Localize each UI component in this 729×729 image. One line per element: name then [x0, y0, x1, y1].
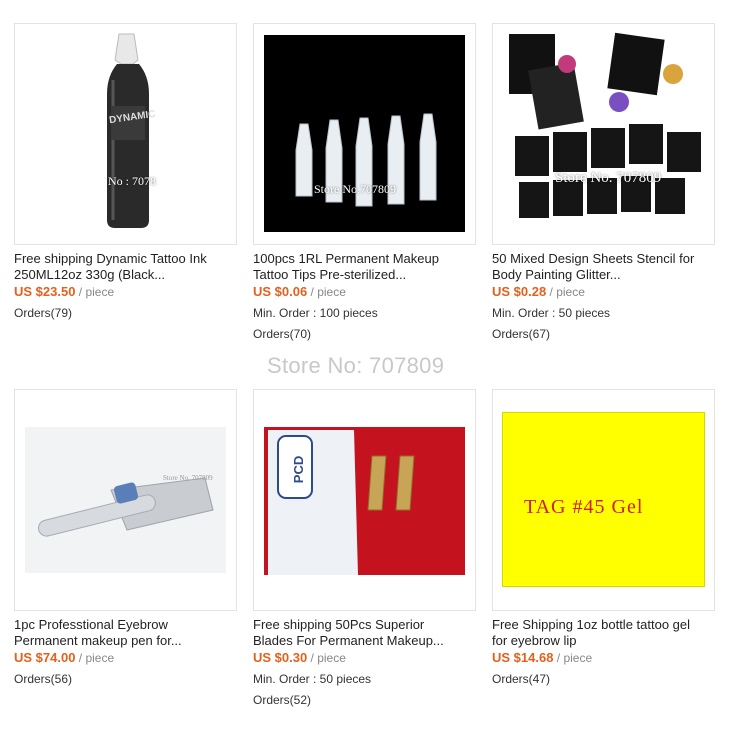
product-title-link[interactable]: 100pcs 1RL Permanent Makeup Tattoo Tips …: [253, 251, 476, 283]
product-title-link[interactable]: Free Shipping 1oz bottle tattoo gel for …: [492, 617, 715, 649]
price: US $0.30: [253, 650, 308, 665]
product-image[interactable]: Store No. 707809: [14, 389, 237, 611]
stencil-sheets-image: [509, 32, 701, 218]
product-card-eyebrow-pen[interactable]: Store No. 707809 1pc Professtional Eyebr…: [14, 389, 237, 687]
product-title-link[interactable]: 50 Mixed Design Sheets Stencil for Body …: [492, 251, 715, 283]
orders-count: Orders(79): [14, 306, 73, 320]
gel-label: TAG #45 Gel: [524, 496, 644, 518]
orders-count: Orders(67): [492, 327, 551, 341]
store-watermark: Store No: 707809: [267, 353, 445, 378]
orders-count: Orders(47): [492, 672, 551, 686]
product-card-dynamic-ink[interactable]: DYNAMIC No : 7078 Free shipping Dynamic …: [14, 23, 237, 321]
product-title-link[interactable]: 1pc Professtional Eyebrow Permanent make…: [14, 617, 237, 649]
price-line: US $74.00 / piece: [14, 650, 237, 666]
product-card-tattoo-gel[interactable]: TAG #45 Gel Free Shipping 1oz bottle tat…: [492, 389, 715, 687]
orders-count: Orders(52): [253, 693, 312, 707]
price-unit: / piece: [310, 285, 346, 299]
min-order: Min. Order : 50 pieces: [492, 306, 611, 320]
image-watermark: Store No. 707809: [555, 170, 662, 186]
price: US $0.06: [253, 284, 308, 299]
price-unit: / piece: [310, 651, 346, 665]
product-title-link[interactable]: Free shipping 50Pcs Superior Blades For …: [253, 617, 476, 649]
orders-count: Orders(56): [14, 672, 73, 686]
price: US $23.50: [14, 284, 76, 299]
product-brand-label: PCD: [291, 455, 307, 484]
price-line: US $0.28 / piece: [492, 284, 715, 300]
tattoo-tips-image: [264, 35, 465, 232]
product-image[interactable]: Store No. 707809: [492, 23, 715, 245]
blades-image: [264, 427, 465, 575]
ink-bottle-image: [107, 33, 149, 228]
price-unit: / piece: [78, 285, 115, 299]
price-line: US $14.68 / piece: [492, 650, 715, 666]
price-unit: / piece: [556, 651, 593, 665]
price-line: US $0.06 / piece: [253, 284, 476, 300]
price: US $74.00: [14, 650, 76, 665]
price-unit: / piece: [78, 651, 115, 665]
product-title-link[interactable]: Free shipping Dynamic Tattoo Ink 250ML12…: [14, 251, 237, 283]
product-image[interactable]: DYNAMIC No : 7078: [14, 23, 237, 245]
eyebrow-pen-image: [25, 427, 226, 573]
product-card-tattoo-tips[interactable]: Store No.707809 100pcs 1RL Permanent Mak…: [253, 23, 476, 342]
image-watermark: Store No.707809: [314, 182, 396, 196]
image-watermark: Store No. 707809: [163, 474, 213, 482]
product-image[interactable]: PCD: [253, 389, 476, 611]
product-card-blades[interactable]: PCD Free shipping 50Pcs Superior Blades …: [253, 389, 476, 708]
product-card-stencil-sheets[interactable]: Store No. 707809 50 Mixed Design Sheets …: [492, 23, 715, 342]
image-watermark: No : 7078: [108, 174, 156, 188]
orders-count: Orders(70): [253, 327, 312, 341]
min-order: Min. Order : 50 pieces: [253, 672, 372, 686]
price-line: US $23.50 / piece: [14, 284, 237, 300]
product-image[interactable]: Store No.707809: [253, 23, 476, 245]
price: US $14.68: [492, 650, 554, 665]
price: US $0.28: [492, 284, 547, 299]
product-image[interactable]: TAG #45 Gel: [492, 389, 715, 611]
price-line: US $0.30 / piece: [253, 650, 476, 666]
min-order: Min. Order : 100 pieces: [253, 306, 378, 320]
price-unit: / piece: [549, 285, 585, 299]
